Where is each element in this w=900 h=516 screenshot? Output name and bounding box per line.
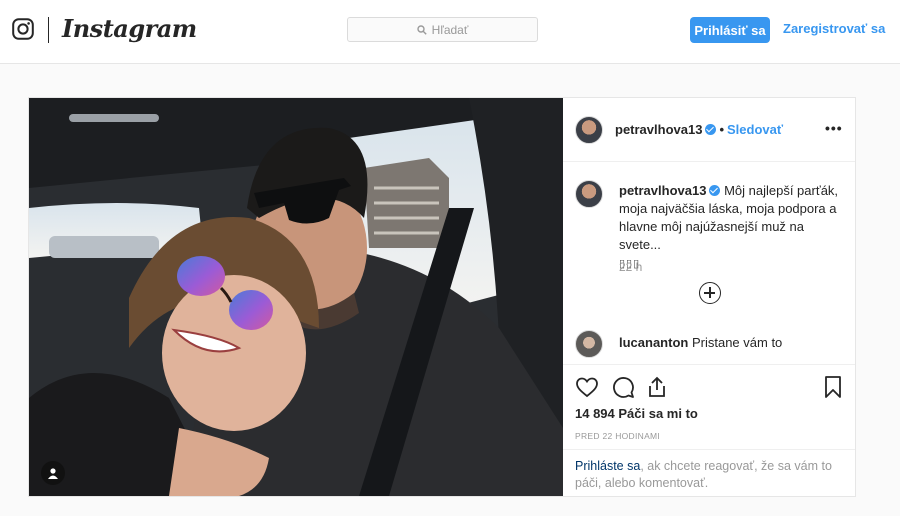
like-count[interactable]: 14 894 Páči sa mi to bbox=[575, 406, 698, 421]
caption: petravlhova13 Môj najlepší parťák, moja … bbox=[619, 182, 844, 273]
verified-badge-icon bbox=[709, 185, 721, 196]
login-prompt: Prihláste sa, ak chcete reagovať, že sa … bbox=[563, 449, 855, 497]
post-actions: 14 894 Páči sa mi to PRED 22 HODINAMI Pr… bbox=[563, 364, 855, 496]
comment: lucananton Pristane vám to bbox=[619, 335, 782, 350]
commenter-avatar[interactable] bbox=[575, 330, 603, 358]
post-header: petravlhova13 • Sledovať ••• bbox=[563, 98, 855, 162]
commenter-username[interactable]: lucananton bbox=[619, 335, 688, 350]
login-prompt-link[interactable]: Prihláste sa bbox=[575, 459, 640, 473]
author-line: petravlhova13 • Sledovať bbox=[615, 122, 783, 137]
caption-author[interactable]: petravlhova13 bbox=[619, 183, 706, 198]
post-photo-image bbox=[29, 98, 563, 496]
comments-section: petravlhova13 Môj najlepší parťák, moja … bbox=[563, 162, 855, 362]
caption-time: 22 h bbox=[619, 260, 643, 274]
separator-dot: • bbox=[719, 122, 724, 137]
nav-divider bbox=[48, 17, 49, 43]
instagram-wordmark[interactable]: Instagram bbox=[62, 14, 197, 43]
comment-text: Pristane vám to bbox=[691, 335, 783, 350]
load-more-comments-icon[interactable] bbox=[699, 282, 721, 304]
login-button[interactable]: Prihlásiť sa bbox=[690, 17, 770, 43]
author-username[interactable]: petravlhova13 bbox=[615, 122, 702, 137]
user-icon bbox=[48, 468, 58, 479]
bookmark-icon[interactable] bbox=[821, 375, 845, 399]
tagged-users-button[interactable] bbox=[41, 461, 65, 485]
search-placeholder: Hľadať bbox=[431, 22, 469, 37]
author-avatar[interactable] bbox=[575, 116, 603, 144]
more-options-icon[interactable]: ••• bbox=[825, 120, 843, 136]
heart-icon[interactable] bbox=[575, 375, 599, 399]
post-sidebar: petravlhova13 • Sledovať ••• petravlhova13… bbox=[563, 98, 855, 496]
search-input[interactable]: Hľadať bbox=[347, 17, 538, 42]
post-card: petravlhova13 • Sledovať ••• petravlhova13… bbox=[28, 97, 856, 497]
verified-badge-icon bbox=[705, 124, 717, 135]
instagram-glyph-icon[interactable] bbox=[12, 18, 34, 40]
share-icon[interactable] bbox=[645, 375, 669, 399]
search-icon bbox=[416, 24, 427, 35]
follow-button[interactable]: Sledovať bbox=[727, 122, 783, 137]
comment-icon[interactable] bbox=[611, 375, 635, 399]
post-timestamp: PRED 22 HODINAMI bbox=[575, 431, 661, 441]
signup-link[interactable]: Zaregistrovať sa bbox=[783, 21, 885, 36]
post-photo[interactable] bbox=[29, 98, 563, 496]
top-nav: Instagram Hľadať Prihlásiť sa Zaregistro… bbox=[0, 0, 900, 64]
caption-author-avatar[interactable] bbox=[575, 180, 603, 208]
